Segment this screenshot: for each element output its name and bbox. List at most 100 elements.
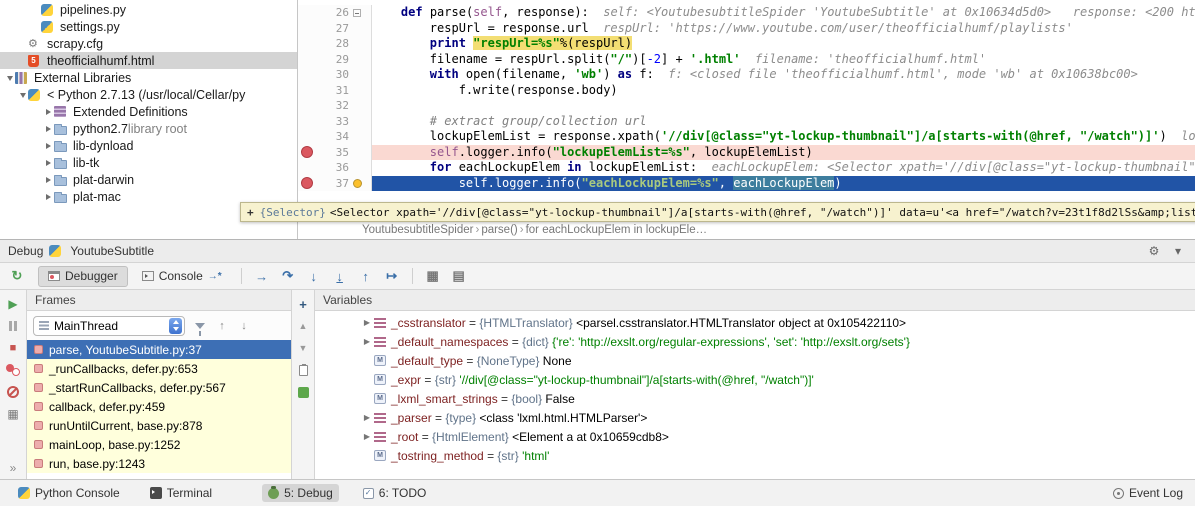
expand-arrow-icon[interactable]: ▶ [360,413,374,422]
variable-row[interactable]: M _lxml_smart_strings = {bool} False [315,389,1195,408]
expand-arrow-icon[interactable]: ▶ [360,318,374,327]
variable-row[interactable]: ▶ _parser = {type} <class 'lxml.html.HTML… [315,408,1195,427]
variable-row[interactable]: M _tostring_method = {str} 'html' [315,446,1195,465]
resume-program-icon[interactable]: ▶ [5,297,21,311]
move-up-icon[interactable]: ▲ [296,320,310,332]
frame-row[interactable]: run, base.py:1243 [27,454,291,473]
tree-item[interactable]: lib-dynload [0,137,297,154]
fold-icon[interactable] [353,8,361,17]
tree-item[interactable]: pipelines.py [0,1,297,18]
pause-program-icon[interactable] [5,319,21,332]
variable-row[interactable]: ▶ _root = {HtmlElement} <Element a at 0x1… [315,427,1195,446]
step-into-icon[interactable]: ↓ [303,266,325,286]
tree-item-label: lib-tk [73,155,100,170]
statusbar-item-debug[interactable]: 5: Debug [262,484,339,502]
tree-item[interactable]: ⚙ scrapy.cfg [0,35,297,52]
restore-layout-icon[interactable]: ▦ [5,407,21,421]
tree-item[interactable]: < Python 2.7.13 (/usr/local/Cellar/py [0,86,297,103]
tree-arrow-icon[interactable] [4,74,15,81]
tree-arrow-icon[interactable] [43,126,54,132]
table-view-icon[interactable]: ▤ [448,266,470,286]
tree-arrow-icon[interactable] [17,91,28,98]
variable-row[interactable]: M _expr = {str} '//div[@class="yt-lockup-… [315,370,1195,389]
code-line-37[interactable]: 37 self.logger.info("eachLockupElem=%s",… [298,175,1195,191]
code-line-26[interactable]: 26 def parse(self, response): self: <You… [298,5,1195,21]
evaluate-expression-icon[interactable]: ▦ [422,266,444,286]
tree-item[interactable]: 5 theofficialhumf.html [0,52,297,69]
code-line-30[interactable]: 30 with open(filename, 'wb') as f: f: <c… [298,67,1195,83]
tree-item[interactable]: Extended Definitions [0,103,297,120]
tree-item[interactable]: plat-darwin [0,171,297,188]
statusbar-item-todo[interactable]: 6: TODO [357,484,433,502]
code-line-text: lockupElemList = response.xpath('//div[@… [372,129,1195,145]
variable-row[interactable]: ▶ _csstranslator = {HTMLTranslator} <pars… [315,313,1195,332]
code-line-29[interactable]: 29 filename = respUrl.split("/")[-2] + '… [298,51,1195,67]
intention-bulb-icon[interactable] [353,178,362,188]
breadcrumb-item[interactable]: for eachLockupElem in lockupEle… [526,224,708,236]
tree-arrow-icon[interactable] [43,194,54,200]
code-line-27[interactable]: 27 respUrl = response.url respUrl: 'http… [298,20,1195,36]
breadcrumb-item[interactable]: YoutubesubtitleSpider [362,224,473,236]
variables-panel-title: Variables [323,293,373,307]
breakpoint-icon[interactable] [298,146,316,158]
breakpoint-icon[interactable] [298,177,316,189]
tree-item[interactable]: python2.7 library root [0,120,297,137]
tab-debugger[interactable]: Debugger [38,265,128,287]
next-frame-icon[interactable]: ↓ [237,320,251,332]
colors-icon[interactable] [296,386,310,398]
frame-row[interactable]: callback, defer.py:459 [27,397,291,416]
tree-item-label: python2.7 [73,121,128,136]
toolbar-separator [240,268,242,284]
code-line-32[interactable]: 32 [298,98,1195,114]
move-down-icon[interactable]: ▼ [296,342,310,354]
code-line-28[interactable]: 28 print "respUrl=%s"%(respUrl) [298,36,1195,52]
tree-item[interactable]: External Libraries [0,69,297,86]
variable-row[interactable]: M _default_type = {NoneType} None [315,351,1195,370]
frame-row[interactable]: _runCallbacks, defer.py:653 [27,359,291,378]
expand-arrow-icon[interactable]: ▶ [360,432,374,441]
debug-body: ▶ ■ ▦ » Frames MainThread ↑ ↓ parse, You… [0,290,1195,479]
rerun-icon[interactable]: ↻ [6,266,28,286]
show-execution-point-icon[interactable]: → [251,266,273,286]
view-breakpoints-icon[interactable] [5,363,21,376]
tree-arrow-icon[interactable] [43,143,54,149]
toolbar-separator [411,268,413,284]
step-into-my-code-icon[interactable]: ↓ [329,266,351,286]
code-line-31[interactable]: 31 f.write(response.body) [298,82,1195,98]
tree-arrow-icon[interactable] [43,177,54,183]
code-line-text: # extract group/collection url [429,113,647,128]
code-line-34[interactable]: 34 lockupElemList = response.xpath('//di… [298,129,1195,145]
tree-item[interactable]: settings.py [0,18,297,35]
run-to-cursor-icon[interactable]: ↦ [381,266,403,286]
frame-row[interactable]: parse, YoutubeSubtitle.py:37 [27,340,291,359]
add-watch-icon[interactable]: + [296,297,310,312]
tree-arrow-icon[interactable] [43,160,54,166]
frame-row[interactable]: mainLoop, base.py:1252 [27,435,291,454]
expand-arrow-icon[interactable]: ▶ [360,337,374,346]
code-line-36[interactable]: 36 for eachLockupElem in lockupElemList:… [298,160,1195,176]
frame-row[interactable]: runUntilCurrent, base.py:878 [27,416,291,435]
statusbar-item-terminal[interactable]: Terminal [144,484,218,502]
step-over-icon[interactable]: ↷ [277,266,299,286]
settings-gear-icon[interactable]: ⚙ [1145,244,1163,258]
code-line-35[interactable]: 35 self.logger.info("lockupElemList=%s",… [298,144,1195,160]
tree-item[interactable]: lib-tk [0,154,297,171]
variable-row[interactable]: ▶ _default_namespaces = {dict} {'re': 'ht… [315,332,1195,351]
stop-icon[interactable]: ■ [5,341,21,354]
editor-gutter: 30 [298,67,372,83]
tree-arrow-icon[interactable] [43,109,54,115]
event-log-button[interactable]: Event Log [1112,486,1183,500]
previous-frame-icon[interactable]: ↑ [215,320,229,332]
thread-selector-dropdown[interactable]: MainThread [33,315,185,336]
code-line-33[interactable]: 33 # extract group/collection url [298,113,1195,129]
hide-library-frames-icon[interactable] [193,322,207,336]
mute-breakpoints-icon[interactable] [5,385,21,398]
step-out-icon[interactable]: ↑ [355,266,377,286]
hide-panel-icon[interactable]: ▾ [1169,244,1187,258]
statusbar-item-python-console[interactable]: Python Console [12,484,126,502]
breadcrumb-item[interactable]: parse() [481,224,517,236]
more-actions-icon[interactable]: » [5,461,21,475]
frame-row[interactable]: _startRunCallbacks, defer.py:567 [27,378,291,397]
tab-console[interactable]: Console →* [132,266,232,287]
copy-icon[interactable] [296,363,310,376]
